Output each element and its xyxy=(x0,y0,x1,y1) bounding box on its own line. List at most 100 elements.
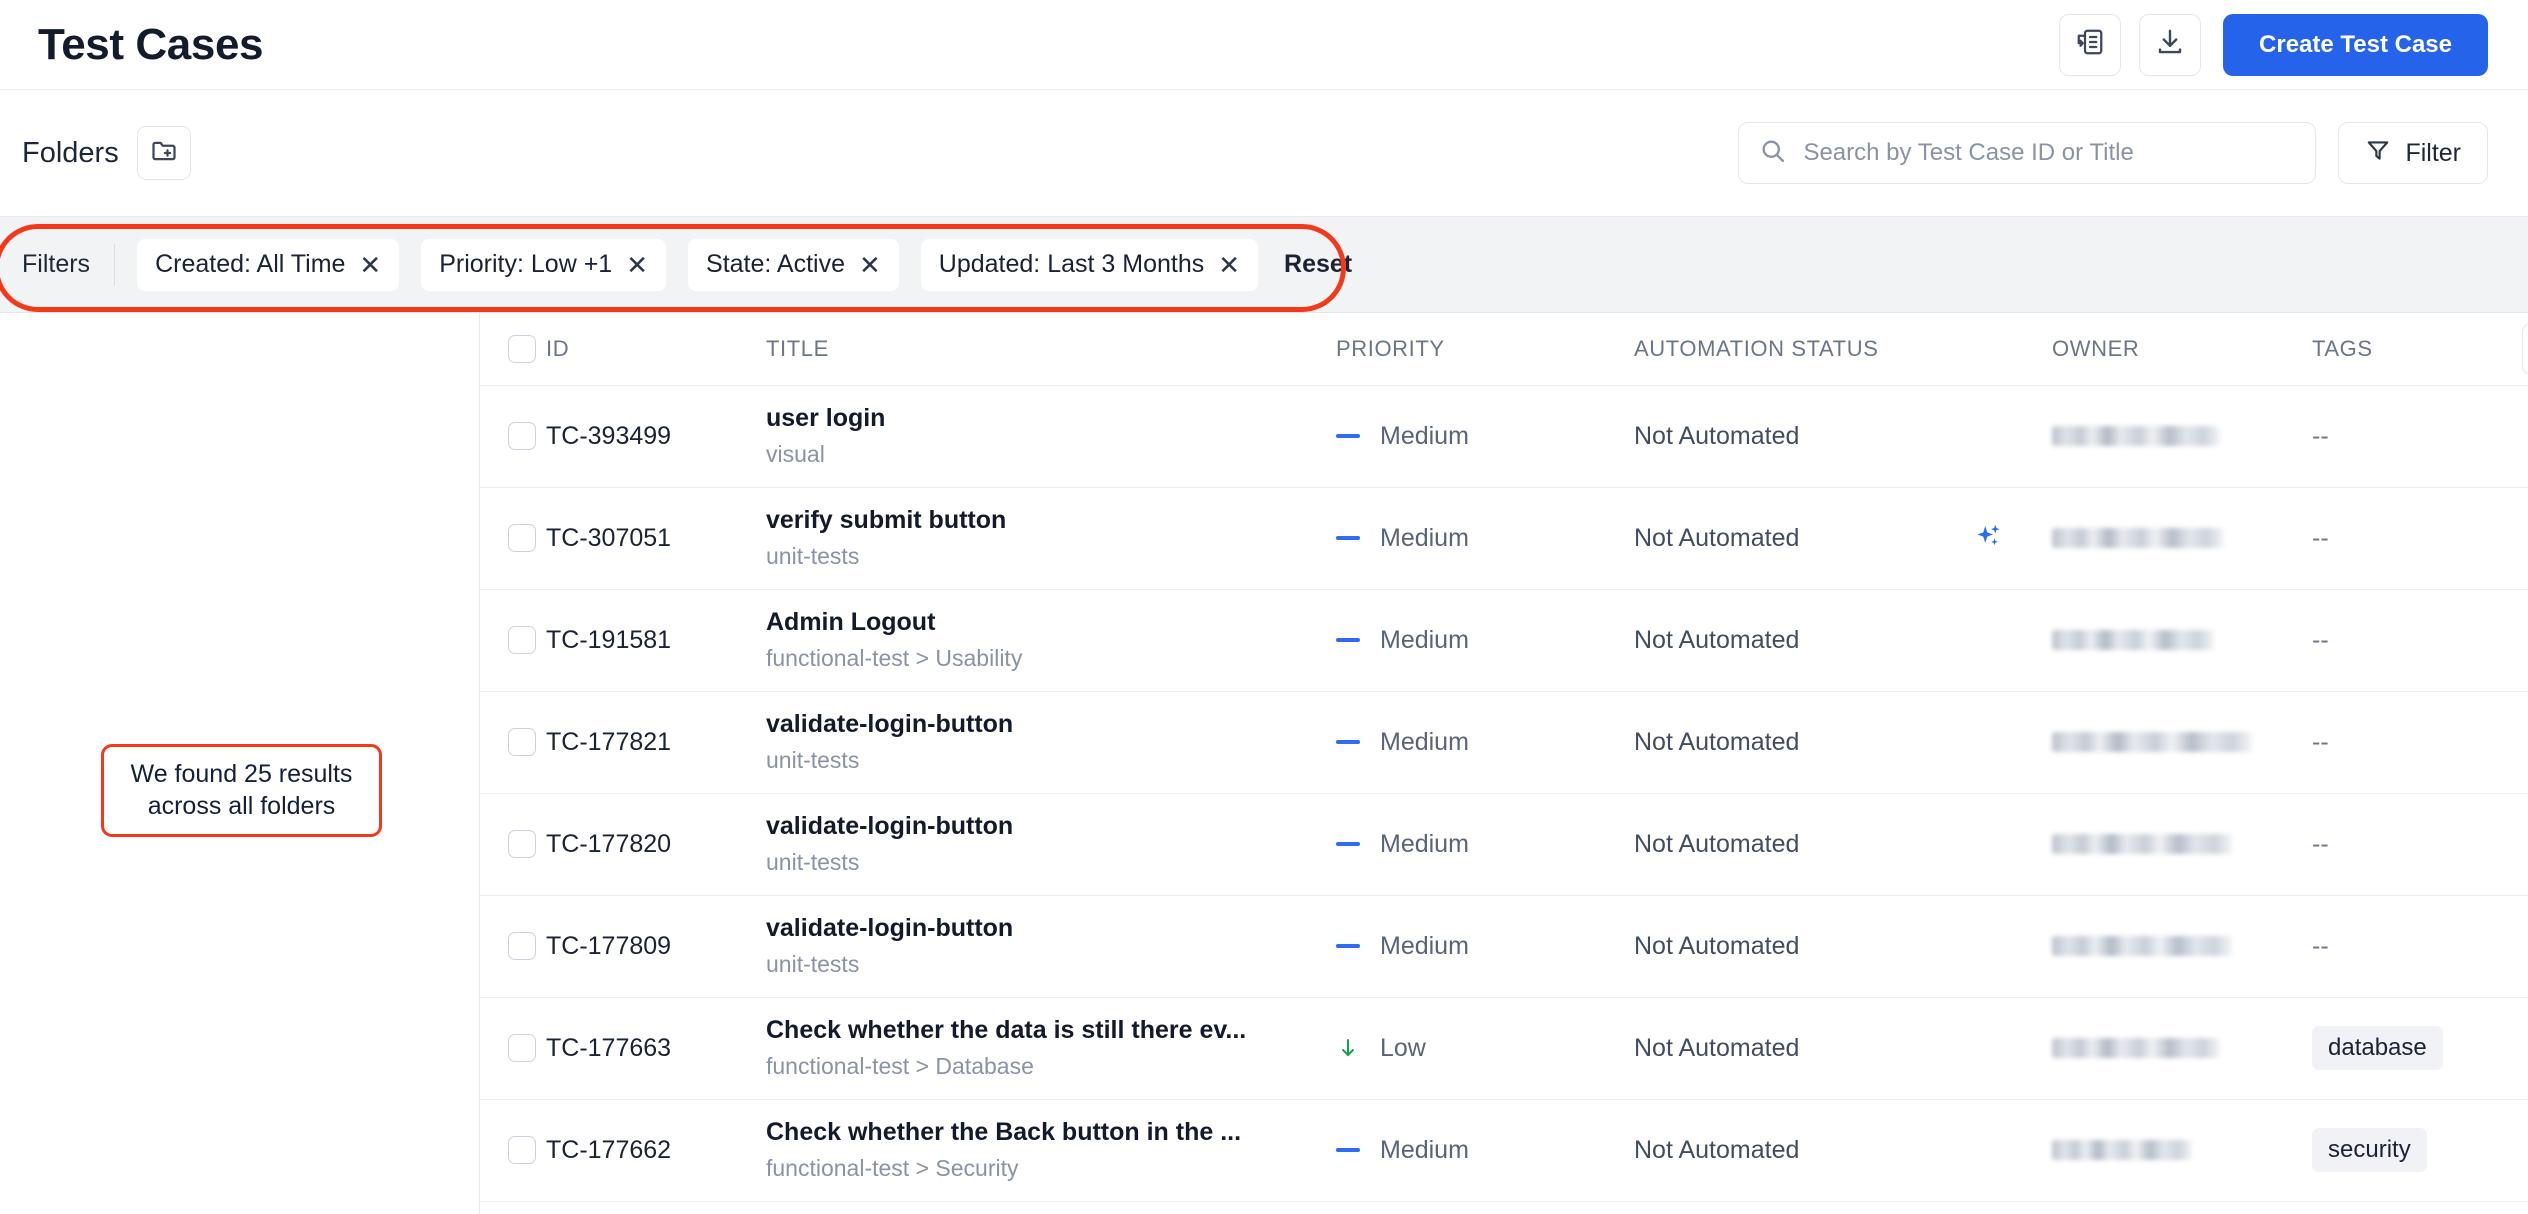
create-test-case-button[interactable]: Create Test Case xyxy=(2223,13,2488,76)
priority-label: Medium xyxy=(1380,829,1469,858)
cell-title[interactable]: Admin Logout functional-test > Usability xyxy=(766,589,1336,692)
row-checkbox[interactable] xyxy=(508,524,536,552)
cell-automation-status: Not Automated xyxy=(1634,385,1974,488)
more-vertical-icon[interactable] xyxy=(2522,829,2528,859)
cell-row-menu xyxy=(2522,1099,2528,1202)
cell-owner xyxy=(2052,793,2312,896)
cell-title[interactable]: Check whether the data is still there ev… xyxy=(766,997,1336,1100)
more-vertical-icon[interactable] xyxy=(2522,931,2528,961)
table-header-row: ID TITLE PRIORITY AUTOMATION STATUS OWNE… xyxy=(480,313,2528,386)
cell-title[interactable]: verify submit button unit-tests xyxy=(766,487,1336,590)
funnel-icon xyxy=(2365,137,2391,170)
priority-medium-icon xyxy=(1336,842,1370,846)
reset-filters-button[interactable]: Reset xyxy=(1284,250,1352,279)
row-checkbox[interactable] xyxy=(508,422,536,450)
row-checkbox[interactable] xyxy=(508,1136,536,1164)
cell-id[interactable]: TC-307051 xyxy=(546,487,766,590)
column-config-header xyxy=(2522,313,2528,386)
add-folder-button[interactable] xyxy=(136,126,191,180)
cell-ai-indicator xyxy=(1974,997,2052,1100)
column-header-priority[interactable]: PRIORITY xyxy=(1336,313,1634,386)
column-header-id[interactable]: ID xyxy=(546,313,766,386)
automation-status-label: Not Automated xyxy=(1634,931,1800,960)
table-row[interactable]: TC-177820 validate-login-button unit-tests… xyxy=(480,793,2528,896)
more-vertical-icon[interactable] xyxy=(2522,421,2528,451)
search-box[interactable] xyxy=(1738,122,2317,184)
cell-id[interactable]: TC-177820 xyxy=(546,793,766,896)
table-row[interactable]: TC-177821 validate-login-button unit-tests… xyxy=(480,691,2528,794)
cell-ai-indicator xyxy=(1974,1099,2052,1202)
cell-id[interactable]: TC-393499 xyxy=(546,385,766,488)
cell-title[interactable]: Check whether the Back button in the ...… xyxy=(766,1099,1336,1202)
filter-chip-created[interactable]: Created: All Time ✕ xyxy=(137,238,400,291)
filter-chip-state[interactable]: State: Active ✕ xyxy=(688,238,899,291)
column-header-title[interactable]: TITLE xyxy=(766,313,1336,386)
more-vertical-icon[interactable] xyxy=(2522,625,2528,655)
owner-name-redacted xyxy=(2052,936,2232,956)
row-checkbox[interactable] xyxy=(508,728,536,756)
priority-medium-icon xyxy=(1336,536,1370,540)
priority-label: Medium xyxy=(1380,523,1469,552)
more-vertical-icon[interactable] xyxy=(2522,1135,2528,1165)
row-checkbox[interactable] xyxy=(508,932,536,960)
column-header-automation-status[interactable]: AUTOMATION STATUS xyxy=(1634,313,1974,386)
priority-label: Medium xyxy=(1380,421,1469,450)
download-button[interactable] xyxy=(2139,13,2202,76)
automation-status-label: Not Automated xyxy=(1634,1135,1800,1164)
tags-empty: -- xyxy=(2312,523,2329,552)
cell-title[interactable]: validate-login-button unit-tests xyxy=(766,793,1336,896)
cell-id[interactable]: TC-177662 xyxy=(546,1099,766,1202)
cell-ai-indicator xyxy=(1974,793,2052,896)
cell-title[interactable]: user login visual xyxy=(766,385,1336,488)
close-icon[interactable]: ✕ xyxy=(1218,252,1240,278)
cell-title[interactable]: validate-login-button unit-tests xyxy=(766,691,1336,794)
tag-pill[interactable]: database xyxy=(2312,1026,2443,1070)
more-vertical-icon[interactable] xyxy=(2522,1033,2528,1063)
search-input[interactable] xyxy=(1803,139,2296,167)
select-all-checkbox[interactable] xyxy=(508,334,536,363)
table-row[interactable]: TC-177663 Check whether the data is still… xyxy=(480,997,2528,1100)
row-select-cell xyxy=(480,385,546,488)
page-title: Test Cases xyxy=(38,19,264,69)
filter-button[interactable]: Filter xyxy=(2338,122,2488,184)
close-icon[interactable]: ✕ xyxy=(359,252,381,278)
more-vertical-icon[interactable] xyxy=(2522,727,2528,757)
column-header-owner[interactable]: OWNER xyxy=(2052,313,2312,386)
cell-id[interactable]: TC-191581 xyxy=(546,589,766,692)
priority-medium-icon xyxy=(1336,434,1370,438)
table-row[interactable]: TC-393499 user login visual Medium Not Autom… xyxy=(480,385,2528,488)
test-case-id: TC-177821 xyxy=(546,727,672,756)
cell-id[interactable]: TC-177809 xyxy=(546,895,766,998)
cell-id[interactable]: TC-177663 xyxy=(546,997,766,1100)
more-vertical-icon[interactable] xyxy=(2522,523,2528,553)
test-case-title: validate-login-button xyxy=(766,710,1014,738)
table-row[interactable]: TC-177809 validate-login-button unit-tests… xyxy=(480,895,2528,998)
filter-chip-priority[interactable]: Priority: Low +1 ✕ xyxy=(421,238,667,291)
row-checkbox[interactable] xyxy=(508,626,536,654)
cell-owner xyxy=(2052,997,2312,1100)
cell-automation-status: Not Automated xyxy=(1634,997,1974,1100)
tag-pill[interactable]: security xyxy=(2312,1128,2427,1172)
row-checkbox[interactable] xyxy=(508,1034,536,1062)
close-icon[interactable]: ✕ xyxy=(626,252,648,278)
cell-tags: -- xyxy=(2312,385,2522,488)
table-row[interactable]: TC-177662 Check whether the Back button i… xyxy=(480,1099,2528,1202)
column-settings-button[interactable] xyxy=(2522,322,2528,375)
cell-id[interactable]: TC-177821 xyxy=(546,691,766,794)
row-checkbox[interactable] xyxy=(508,830,536,858)
priority-label: Low xyxy=(1380,1033,1426,1062)
owner-name-redacted xyxy=(2052,426,2220,446)
close-icon[interactable]: ✕ xyxy=(859,252,881,278)
column-header-tags[interactable]: TAGS xyxy=(2312,313,2522,386)
folder-plus-icon xyxy=(150,137,178,170)
owner-name-redacted xyxy=(2052,1140,2192,1160)
content-area: We found 25 results across all folders I… xyxy=(0,313,2528,1214)
test-case-title: Check whether the data is still there ev… xyxy=(766,1016,1247,1044)
ai-sparkle-icon[interactable] xyxy=(1974,524,2004,555)
cell-title[interactable]: validate-login-button unit-tests xyxy=(766,895,1336,998)
import-testcase-button[interactable] xyxy=(2059,13,2122,76)
filter-chip-updated[interactable]: Updated: Last 3 Months ✕ xyxy=(920,238,1259,291)
table-row[interactable]: TC-307051 verify submit button unit-tests M… xyxy=(480,487,2528,590)
table-row[interactable]: TC-191581 Admin Logout functional-test > U… xyxy=(480,589,2528,692)
cell-tags: -- xyxy=(2312,793,2522,896)
